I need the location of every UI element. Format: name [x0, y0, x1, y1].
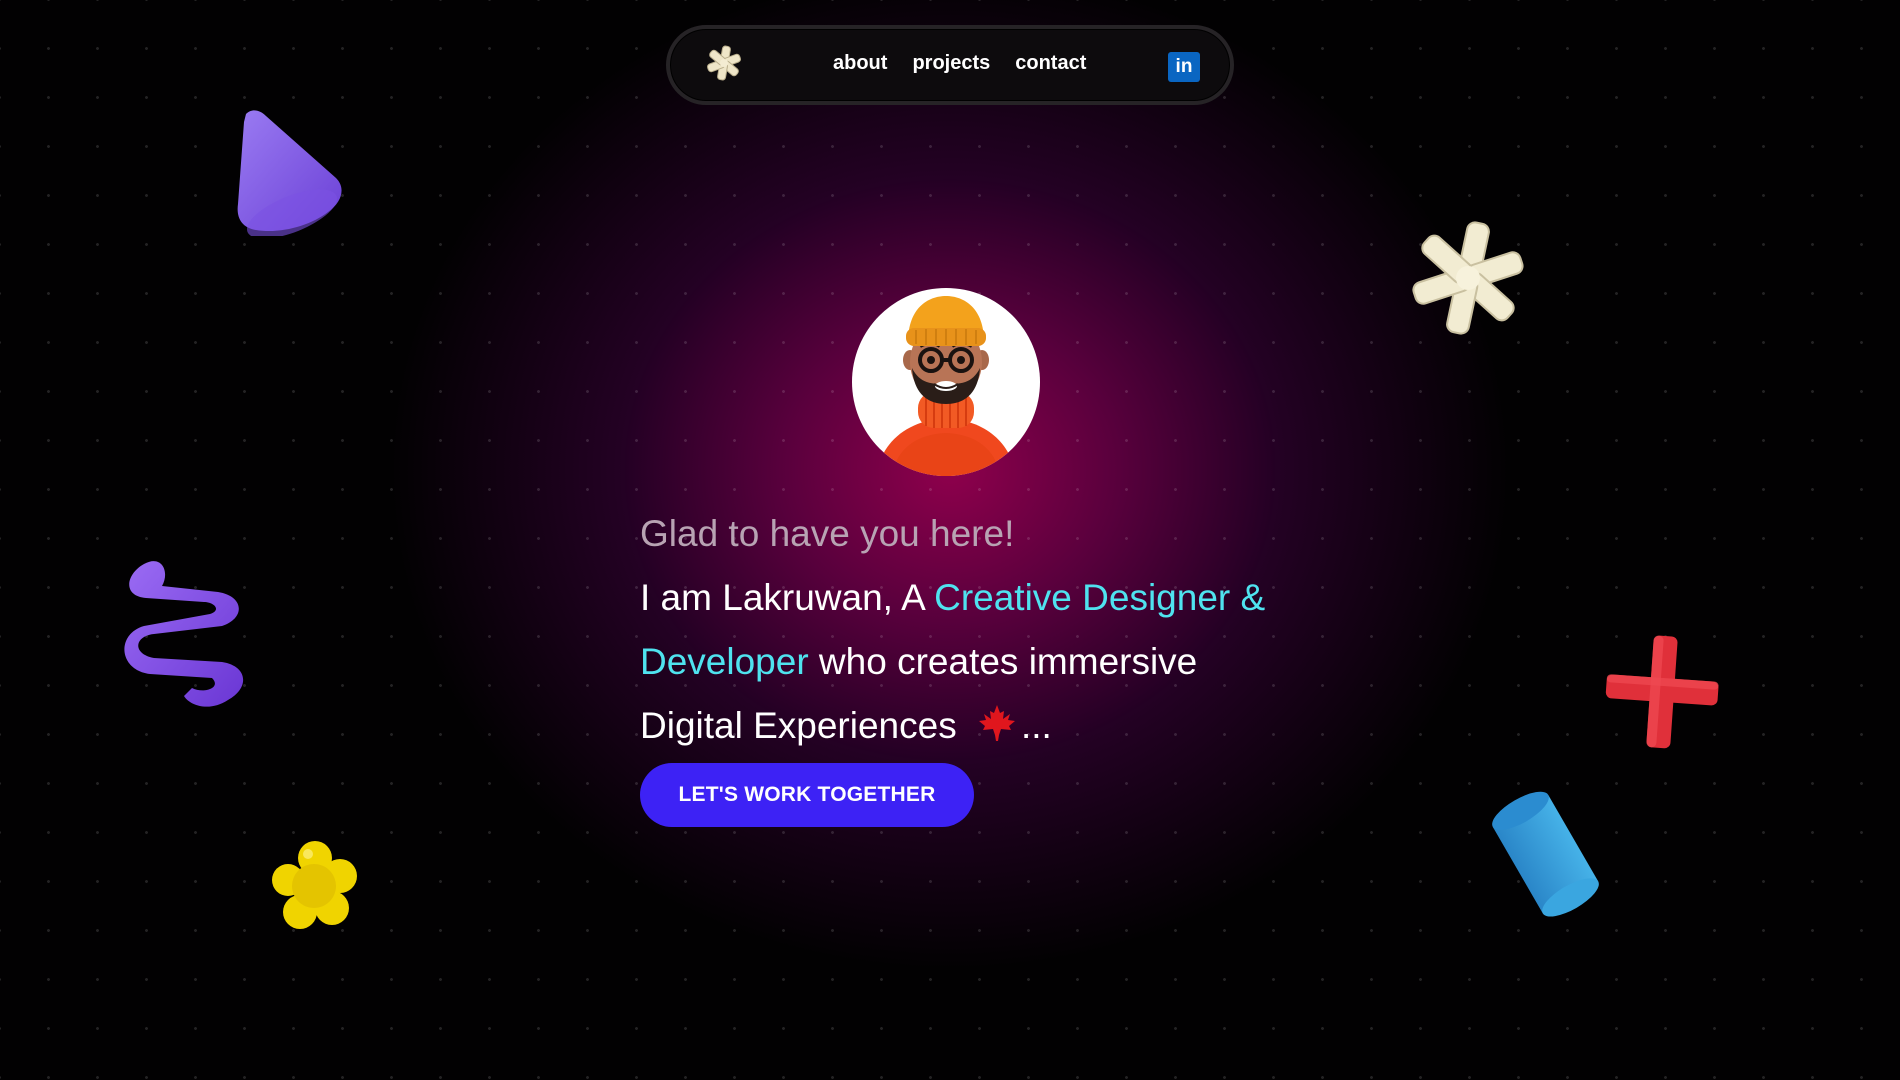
yellow-flower-shape — [272, 841, 357, 929]
headline-intro: I am Lakruwan, A — [640, 577, 935, 618]
purple-cone-shape — [237, 110, 342, 236]
linkedin-icon[interactable]: in — [1168, 52, 1200, 82]
avatar — [852, 288, 1040, 476]
red-cross-shape — [1605, 635, 1719, 749]
purple-spiral-shape — [124, 561, 244, 707]
nav-link-projects[interactable]: projects — [912, 51, 990, 75]
blue-cylinder-shape — [1492, 791, 1599, 917]
avatar-illustration — [876, 296, 1016, 476]
page: about projects contact in Glad to have y… — [0, 0, 1900, 1080]
nav-link-about[interactable]: about — [833, 51, 887, 75]
work-together-button[interactable]: LET'S WORK TOGETHER — [640, 763, 974, 827]
headline: I am Lakruwan, A Creative Designer & Dev… — [640, 566, 1280, 758]
greeting-text: Glad to have you here! — [640, 513, 1015, 554]
nav-links: about projects contact — [833, 51, 1086, 75]
logo-icon[interactable] — [704, 43, 744, 83]
headline-ellipsis: ... — [1021, 705, 1052, 746]
nav-link-contact[interactable]: contact — [1015, 51, 1086, 75]
cream-asterisk-shape — [1412, 221, 1524, 335]
top-nav: about projects contact in — [666, 25, 1234, 105]
maple-leaf-icon — [979, 705, 1015, 741]
